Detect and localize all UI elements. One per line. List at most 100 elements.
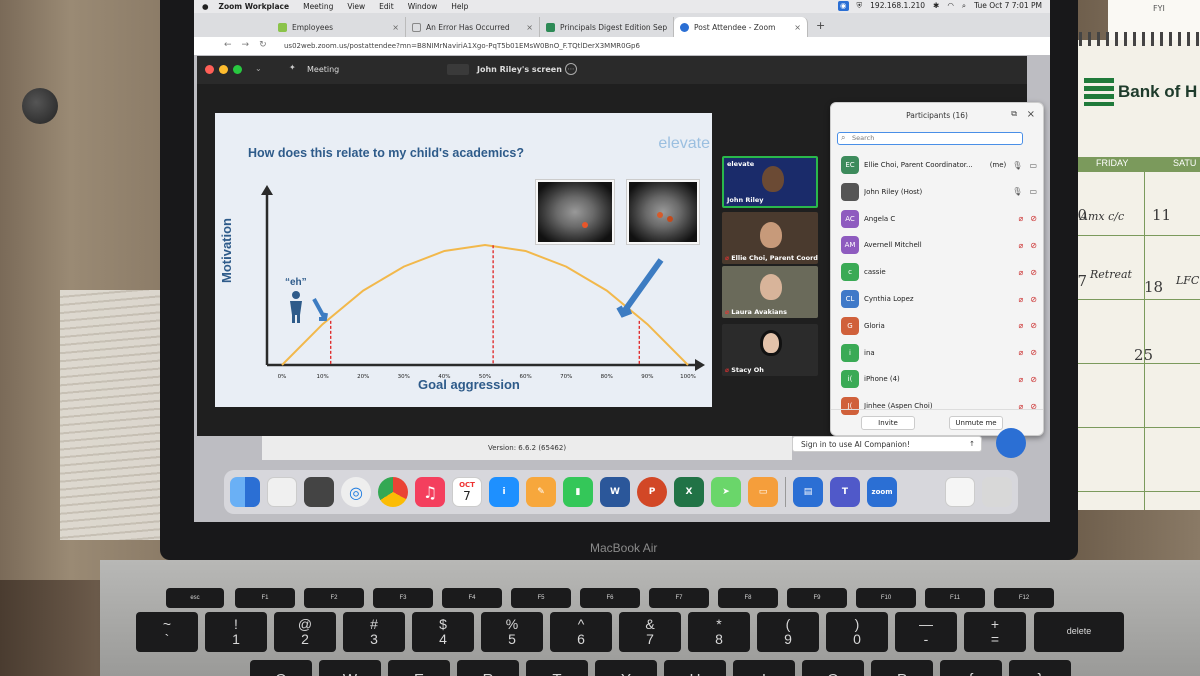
key-function[interactable]: F4 <box>442 588 502 608</box>
launchpad-icon[interactable] <box>267 477 297 507</box>
tab-principals-digest[interactable]: Principals Digest Edition Sep × <box>540 17 674 37</box>
teams-icon[interactable]: T <box>830 477 860 507</box>
key-function[interactable]: F12 <box>994 588 1054 608</box>
key-letter[interactable]: E <box>388 660 450 676</box>
minimize-window-button[interactable] <box>219 65 228 74</box>
close-window-button[interactable] <box>205 65 214 74</box>
key-function[interactable]: F5 <box>511 588 571 608</box>
mic-muted-icon[interactable]: ⌀ <box>1018 321 1023 330</box>
zoom-status-icon[interactable]: ◉ <box>837 1 849 11</box>
key-number[interactable]: & 7 <box>619 612 681 652</box>
url-text[interactable]: us02web.zoom.us/postattendee?mn=B8NIMrNa… <box>284 42 640 50</box>
chevron-down-icon[interactable]: ⌄ <box>255 64 262 73</box>
unmute-me-button[interactable]: Unmute me <box>949 416 1003 430</box>
key-letter[interactable]: U <box>664 660 726 676</box>
close-icon[interactable]: × <box>526 23 533 32</box>
ai-companion-prompt[interactable]: Sign in to use AI Companion! ↑ <box>792 436 982 452</box>
keynote-icon[interactable]: i <box>489 477 519 507</box>
tab-employees[interactable]: Employees × <box>272 17 406 37</box>
mic-icon[interactable]: 🎙 <box>1012 161 1022 170</box>
key-function[interactable]: F2 <box>304 588 364 608</box>
camera-icon[interactable]: ▭ <box>1029 187 1037 196</box>
mic-icon[interactable]: 🎙 <box>1012 187 1022 196</box>
camera-off-icon[interactable]: ⊘ <box>1030 214 1037 223</box>
camera-off-icon[interactable]: ⊘ <box>1030 295 1037 304</box>
mic-muted-icon[interactable]: ⌀ <box>1018 268 1023 277</box>
url-bar[interactable]: ←→↻ us02web.zoom.us/postattendee?mn=B8NI… <box>194 37 1050 55</box>
pages-icon[interactable]: ✎ <box>526 477 556 507</box>
word-icon[interactable]: W <box>600 477 630 507</box>
key-letter[interactable]: P <box>871 660 933 676</box>
key-function[interactable]: F1 <box>235 588 295 608</box>
key-number[interactable]: * 8 <box>688 612 750 652</box>
key-number[interactable]: + = <box>964 612 1026 652</box>
document-icon[interactable] <box>945 477 975 507</box>
key-function[interactable]: F9 <box>787 588 847 608</box>
shield-icon[interactable]: ⛨ <box>857 1 863 11</box>
participant-row[interactable]: G Gloria ⌀ ⊘ <box>841 313 1037 339</box>
ai-companion-text[interactable]: Sign in to use AI Companion! <box>801 440 910 449</box>
numbers-icon[interactable]: ▮ <box>563 477 593 507</box>
menu-window[interactable]: Window <box>408 2 438 11</box>
music-icon[interactable]: ♫ <box>415 477 445 507</box>
key-number[interactable]: $4 <box>412 612 474 652</box>
key-number[interactable]: #3 <box>343 612 405 652</box>
bluetooth-icon[interactable]: ✱ <box>933 1 939 11</box>
camera-off-icon[interactable]: ⊘ <box>1030 321 1037 330</box>
key-number[interactable]: — - <box>895 612 957 652</box>
key-letter[interactable]: O <box>802 660 864 676</box>
maps-icon[interactable]: ➤ <box>711 477 741 507</box>
key-number[interactable]: @2 <box>274 612 336 652</box>
mic-muted-icon[interactable]: ⌀ <box>1018 241 1023 250</box>
participant-row[interactable]: John Riley (Host) 🎙 ▭ <box>841 179 1037 205</box>
wifi-icon[interactable]: ◠ <box>947 1 954 11</box>
maximize-window-button[interactable] <box>233 65 242 74</box>
tab-post-attendee[interactable]: Post Attendee - Zoom × <box>674 17 808 37</box>
participant-row[interactable]: i(iPhone (4) ⌀ ⊘ <box>841 366 1037 392</box>
video-tile-ellie-choi[interactable]: ⌀ Ellie Choi, Parent Coordi... <box>722 212 818 264</box>
key-letter[interactable]: W <box>319 660 381 676</box>
key-function[interactable]: F11 <box>925 588 985 608</box>
participant-row[interactable]: i ina ⌀ ⊘ <box>841 340 1037 366</box>
key-letter[interactable]: { <box>940 660 1002 676</box>
key-letter[interactable]: R <box>457 660 519 676</box>
key-number[interactable]: (9 <box>757 612 819 652</box>
key-function[interactable]: esc <box>166 588 224 608</box>
mission-control-icon[interactable] <box>304 477 334 507</box>
key-function[interactable]: F8 <box>718 588 778 608</box>
close-icon[interactable]: × <box>392 23 399 32</box>
video-tile-john-riley[interactable]: elevate John Riley <box>722 156 818 208</box>
participant-row[interactable]: AM Avernell Mitchell ⌀ ⊘ <box>841 232 1037 258</box>
datetime[interactable]: Tue Oct 7 7:01 PM <box>974 1 1042 11</box>
books-icon[interactable]: ▭ <box>748 477 778 507</box>
key-letter[interactable]: Q <box>250 660 312 676</box>
zoom-icon[interactable]: zoom <box>867 477 897 507</box>
nav-arrows-icon[interactable]: ←→↻ <box>224 40 277 50</box>
key-function[interactable]: F3 <box>373 588 433 608</box>
finder-icon[interactable] <box>230 477 260 507</box>
mic-muted-icon[interactable]: ⌀ <box>1018 375 1023 384</box>
menu-meeting[interactable]: Meeting <box>303 2 333 11</box>
mic-muted-icon[interactable]: ⌀ <box>1018 348 1023 357</box>
chrome-icon[interactable] <box>378 477 408 507</box>
key-letter[interactable]: T <box>526 660 588 676</box>
mic-muted-icon[interactable]: ⌀ <box>1018 295 1023 304</box>
tab-error[interactable]: An Error Has Occurred × <box>406 17 540 37</box>
menu-help[interactable]: Help <box>451 2 468 11</box>
key-letter[interactable]: } <box>1009 660 1071 676</box>
arrow-up-icon[interactable]: ↑ <box>969 440 975 448</box>
key-function[interactable]: F7 <box>649 588 709 608</box>
key-letter[interactable]: I <box>733 660 795 676</box>
camera-off-icon[interactable]: ⊘ <box>1030 241 1037 250</box>
video-tile-stacy-oh[interactable]: ⌀ Stacy Oh <box>722 324 818 376</box>
more-options-icon[interactable]: ⋯ <box>565 63 577 75</box>
camera-off-icon[interactable]: ⊘ <box>1030 375 1037 384</box>
key-number[interactable]: ) 0 <box>826 612 888 652</box>
key-delete[interactable]: delete <box>1034 612 1124 652</box>
key-function[interactable]: F6 <box>580 588 640 608</box>
key-number[interactable]: ^ 6 <box>550 612 612 652</box>
app-icon[interactable]: ▤ <box>793 477 823 507</box>
participant-row[interactable]: EC Ellie Choi, Parent Coordinator... (me) 🎙… <box>841 152 1037 178</box>
new-tab-button[interactable]: + <box>808 19 833 32</box>
popout-icon[interactable]: ⧉ <box>1011 109 1017 119</box>
